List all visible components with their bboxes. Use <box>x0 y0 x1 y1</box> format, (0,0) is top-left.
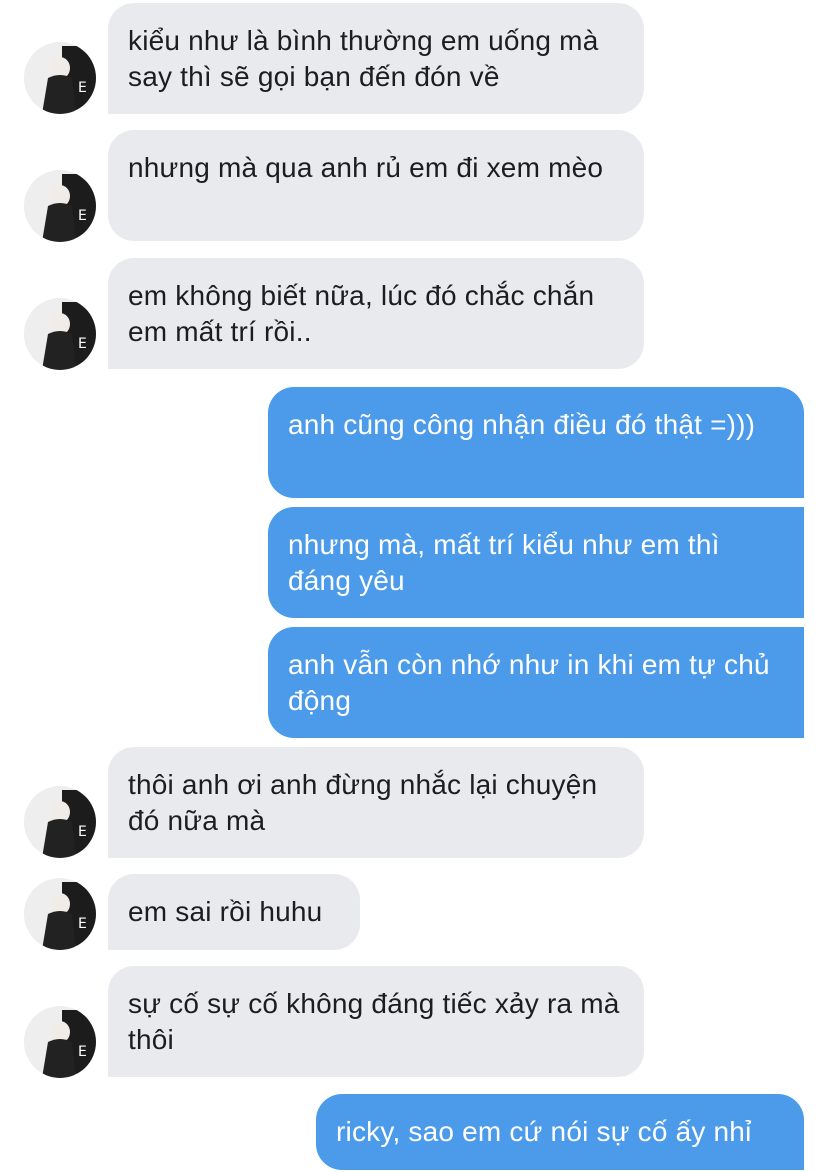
profile-photo-icon: E <box>24 878 96 950</box>
outgoing-message: nhưng mà, mất trí kiểu như em thì đáng y… <box>268 507 804 618</box>
message-text: anh cũng công nhận điều đó thật =))) <box>288 409 756 440</box>
message-text: sự cố sự cố không đáng tiếc xảy ra mà th… <box>128 988 620 1055</box>
avatar[interactable]: E <box>24 786 96 858</box>
avatar[interactable]: E <box>24 170 96 242</box>
incoming-message: nhưng mà qua anh rủ em đi xem mèo <box>108 130 644 241</box>
profile-photo-icon: E <box>24 1006 96 1078</box>
outgoing-message: ricky, sao em cứ nói sự cố ấy nhỉ <box>316 1094 804 1170</box>
message-text: nhưng mà qua anh rủ em đi xem mèo <box>128 152 604 183</box>
svg-text:E: E <box>78 916 87 932</box>
message-text: ricky, sao em cứ nói sự cố ấy nhỉ <box>336 1116 752 1147</box>
message-text: thôi anh ơi anh đừng nhắc lại chuyện đó … <box>128 769 598 836</box>
svg-text:E: E <box>78 824 87 840</box>
incoming-message: em không biết nữa, lúc đó chắc chắn em m… <box>108 258 644 369</box>
message-text: em không biết nữa, lúc đó chắc chắn em m… <box>128 280 595 347</box>
message-text: em sai rồi huhu <box>128 896 323 927</box>
svg-text:E: E <box>78 336 87 352</box>
profile-photo-icon: E <box>24 42 96 114</box>
avatar[interactable]: E <box>24 1006 96 1078</box>
profile-photo-icon: E <box>24 786 96 858</box>
avatar[interactable]: E <box>24 42 96 114</box>
incoming-message: sự cố sự cố không đáng tiếc xảy ra mà th… <box>108 966 644 1077</box>
message-text: nhưng mà, mất trí kiểu như em thì đáng y… <box>288 529 720 596</box>
outgoing-message: anh cũng công nhận điều đó thật =))) <box>268 387 804 498</box>
message-text: anh vẫn còn nhớ như in khi em tự chủ độn… <box>288 649 770 716</box>
profile-photo-icon: E <box>24 170 96 242</box>
incoming-message: kiểu như là bình thường em uống mà say t… <box>108 3 644 114</box>
outgoing-message: anh vẫn còn nhớ như in khi em tự chủ độn… <box>268 627 804 738</box>
profile-photo-icon: E <box>24 298 96 370</box>
svg-text:E: E <box>78 208 87 224</box>
message-text: kiểu như là bình thường em uống mà say t… <box>128 25 599 92</box>
svg-text:E: E <box>78 1044 87 1060</box>
avatar[interactable]: E <box>24 878 96 950</box>
incoming-message: em sai rồi huhu <box>108 874 360 950</box>
svg-text:E: E <box>78 80 87 96</box>
avatar[interactable]: E <box>24 298 96 370</box>
incoming-message: thôi anh ơi anh đừng nhắc lại chuyện đó … <box>108 747 644 858</box>
